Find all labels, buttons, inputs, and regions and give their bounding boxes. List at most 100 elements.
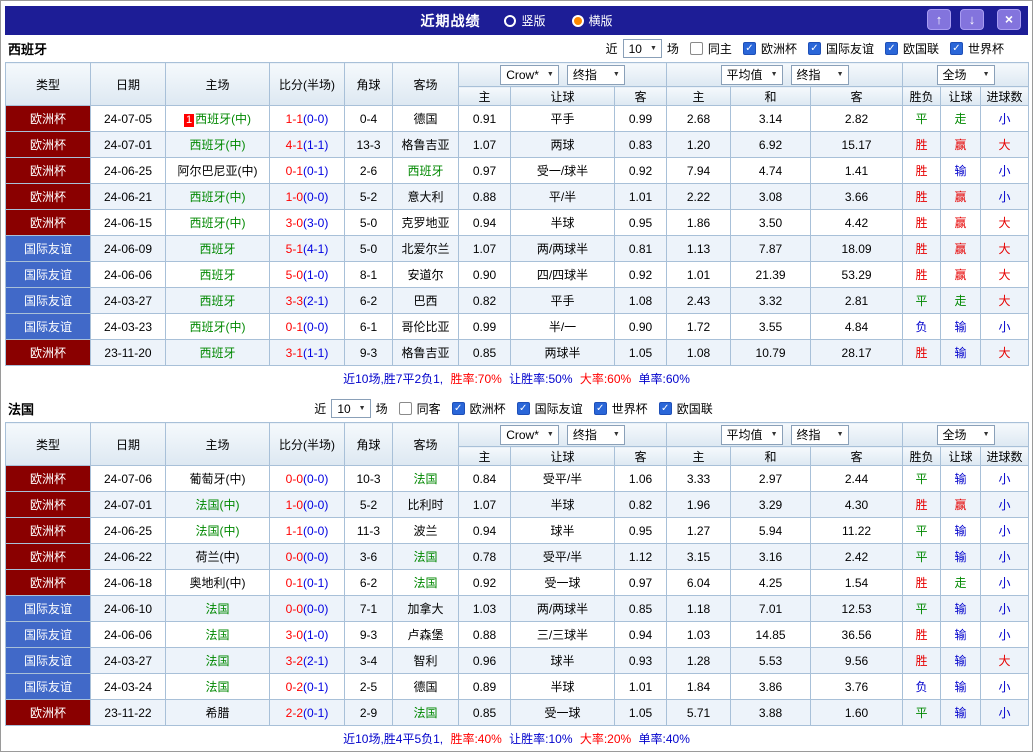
home-team-name: 阿尔巴尼亚(中): [177, 164, 258, 178]
eu-draw-odds-cell: 3.88: [730, 699, 812, 726]
col-header-result-ou: 进球数: [980, 86, 1030, 106]
eu-away-odds-cell: 3.76: [810, 673, 904, 700]
comp-checkbox-nations[interactable]: ✓: [884, 42, 898, 55]
ah-home-odds-cell: 1.07: [458, 131, 511, 158]
ah-away-odds-cell: 0.92: [613, 157, 668, 184]
ah-stage-select[interactable]: 终指 ▼: [566, 64, 625, 85]
eu-away-odds-cell: 15.17: [810, 131, 904, 158]
fulltime-select[interactable]: 全场 ▼: [936, 424, 995, 445]
fulltime-select[interactable]: 全场 ▼: [936, 64, 995, 85]
eu-away-odds-cell: 2.81: [810, 287, 904, 314]
comp-checkbox-friendly[interactable]: ✓: [516, 402, 530, 415]
eu-draw-odds-cell: 3.32: [730, 287, 812, 314]
result-wdl-cell: 胜: [902, 209, 942, 236]
radio-horizontal-layout[interactable]: 横版: [571, 12, 613, 29]
corners-cell: 7-1: [344, 595, 393, 622]
result-wdl-cell: 胜: [902, 183, 942, 210]
home-team-name: 西班牙(中): [195, 112, 252, 126]
scroll-down-button[interactable]: ↓: [960, 9, 984, 30]
match-date-cell: 24-06-10: [90, 595, 166, 622]
eu-average-select[interactable]: 平均值 ▼: [720, 424, 783, 445]
comp-checkbox-worldcup[interactable]: ✓: [949, 42, 963, 55]
comp-checkbox-euro[interactable]: ✓: [742, 42, 756, 55]
chevron-down-icon: ▼: [612, 71, 620, 78]
match-type-cell: 欧洲杯: [5, 491, 91, 518]
comp-checkbox-euro[interactable]: ✓: [451, 402, 465, 415]
col-header-eu-away: 客: [810, 86, 904, 106]
match-count-select[interactable]: 10 ▼: [331, 399, 371, 418]
match-date-cell: 24-03-23: [90, 313, 166, 340]
eu-home-odds-cell: 2.43: [666, 287, 732, 314]
result-wdl-cell: 胜: [902, 131, 942, 158]
ah-stage-value: 终指: [572, 428, 597, 442]
col-header-eu-away: 客: [810, 446, 904, 466]
eu-draw-odds-cell: 5.53: [730, 647, 812, 674]
eu-draw-odds-cell: 3.29: [730, 491, 812, 518]
section-header-france: 法国 近 10▼ 场 ✓ 同客 ✓ 欧洲杯 ✓ 国际友谊 ✓ 世界杯 ✓ 欧国联: [5, 392, 1028, 422]
eu-draw-odds-cell: 7.01: [730, 595, 812, 622]
ah-line-cell: 四/四球半: [510, 261, 615, 288]
halftime-score: (1-1): [303, 137, 329, 152]
away-team-cell: 法国: [392, 699, 459, 726]
result-goals-cell: 小: [980, 569, 1030, 596]
same-away-checkbox[interactable]: ✓: [398, 402, 412, 415]
eu-group-header: 平均值 ▼ 终指 ▼: [666, 62, 904, 87]
halftime-score: (0-1): [303, 679, 329, 694]
comp-checkbox-nations[interactable]: ✓: [658, 402, 672, 415]
home-team-cell: 希腊: [165, 699, 270, 726]
result-wdl-cell: 胜: [902, 157, 942, 184]
ah-home-odds-cell: 0.96: [458, 647, 511, 674]
match-date-cell: 24-06-06: [90, 621, 166, 648]
match-count-select[interactable]: 10 ▼: [622, 39, 662, 58]
match-row: 国际友谊 24-06-06 西班牙 5-0(1-0) 8-1 安道尔 0.90 四/四球半 0.…: [5, 261, 1030, 288]
summary-segment: 大率:60%: [579, 372, 635, 386]
ah-bookmaker-value: Crow*: [506, 427, 539, 442]
result-handicap-cell: 输: [940, 543, 982, 570]
radio-vertical-layout[interactable]: 竖版: [504, 12, 546, 29]
match-date-cell: 23-11-20: [90, 339, 166, 366]
check-icon: ✓: [453, 403, 463, 414]
result-goals-cell: 小: [980, 157, 1030, 184]
corners-cell: 3-6: [344, 543, 393, 570]
eu-stage-select[interactable]: 终指 ▼: [790, 424, 849, 445]
chevron-down-icon: ▼: [546, 71, 554, 78]
corners-cell: 5-2: [344, 183, 393, 210]
col-header-ah-home: 主: [458, 446, 511, 466]
col-header-result-wdl: 胜负: [902, 86, 942, 106]
eu-home-odds-cell: 1.72: [666, 313, 732, 340]
eu-average-select[interactable]: 平均值 ▼: [720, 64, 783, 85]
eu-home-odds-cell: 1.01: [666, 261, 732, 288]
filter-games-label: 场: [375, 402, 388, 416]
scroll-up-button[interactable]: ↑: [927, 9, 951, 30]
radio-horizontal-label: 横版: [588, 14, 613, 28]
away-team-name: 法国: [413, 706, 438, 720]
same-home-checkbox[interactable]: ✓: [689, 42, 703, 55]
away-team-cell: 格鲁吉亚: [392, 339, 459, 366]
halftime-score: (1-0): [303, 267, 329, 282]
corners-cell: 6-2: [344, 569, 393, 596]
eu-draw-odds-cell: 6.92: [730, 131, 812, 158]
away-team-cell: 加拿大: [392, 595, 459, 622]
eu-stage-select[interactable]: 终指 ▼: [790, 64, 849, 85]
close-button[interactable]: ×: [997, 9, 1021, 30]
check-icon: ✓: [660, 403, 670, 414]
away-team-name: 格鲁吉亚: [401, 138, 450, 152]
ah-group-header: Crow* ▼ 终指 ▼: [457, 62, 668, 87]
eu-away-odds-cell: 11.22: [810, 517, 904, 544]
section-header-spain: 西班牙 近 10 ▼ 场 ✓ 同主 ✓ 欧洲杯 ✓ 国际友谊 ✓ 欧国联 ✓ 世界…: [5, 35, 1028, 62]
result-goals-cell: 大: [980, 209, 1030, 236]
result-goals-cell: 小: [980, 465, 1030, 492]
ah-bookmaker-select[interactable]: Crow* ▼: [500, 424, 559, 445]
result-goals-cell: 小: [980, 621, 1030, 648]
home-team-name: 希腊: [205, 706, 230, 720]
result-wdl-cell: 负: [902, 673, 942, 700]
eu-group-header: 平均值 ▼ 终指 ▼: [666, 422, 904, 447]
fulltime-score: 0-0: [285, 601, 303, 616]
comp-checkbox-friendly[interactable]: ✓: [807, 42, 821, 55]
away-team-cell: 卢森堡: [392, 621, 459, 648]
ah-line-cell: 平手: [510, 287, 615, 314]
ah-bookmaker-select[interactable]: Crow* ▼: [500, 64, 559, 85]
comp-checkbox-worldcup[interactable]: ✓: [593, 402, 607, 415]
fulltime-score: 1-1: [285, 523, 303, 538]
ah-stage-select[interactable]: 终指 ▼: [566, 424, 625, 445]
